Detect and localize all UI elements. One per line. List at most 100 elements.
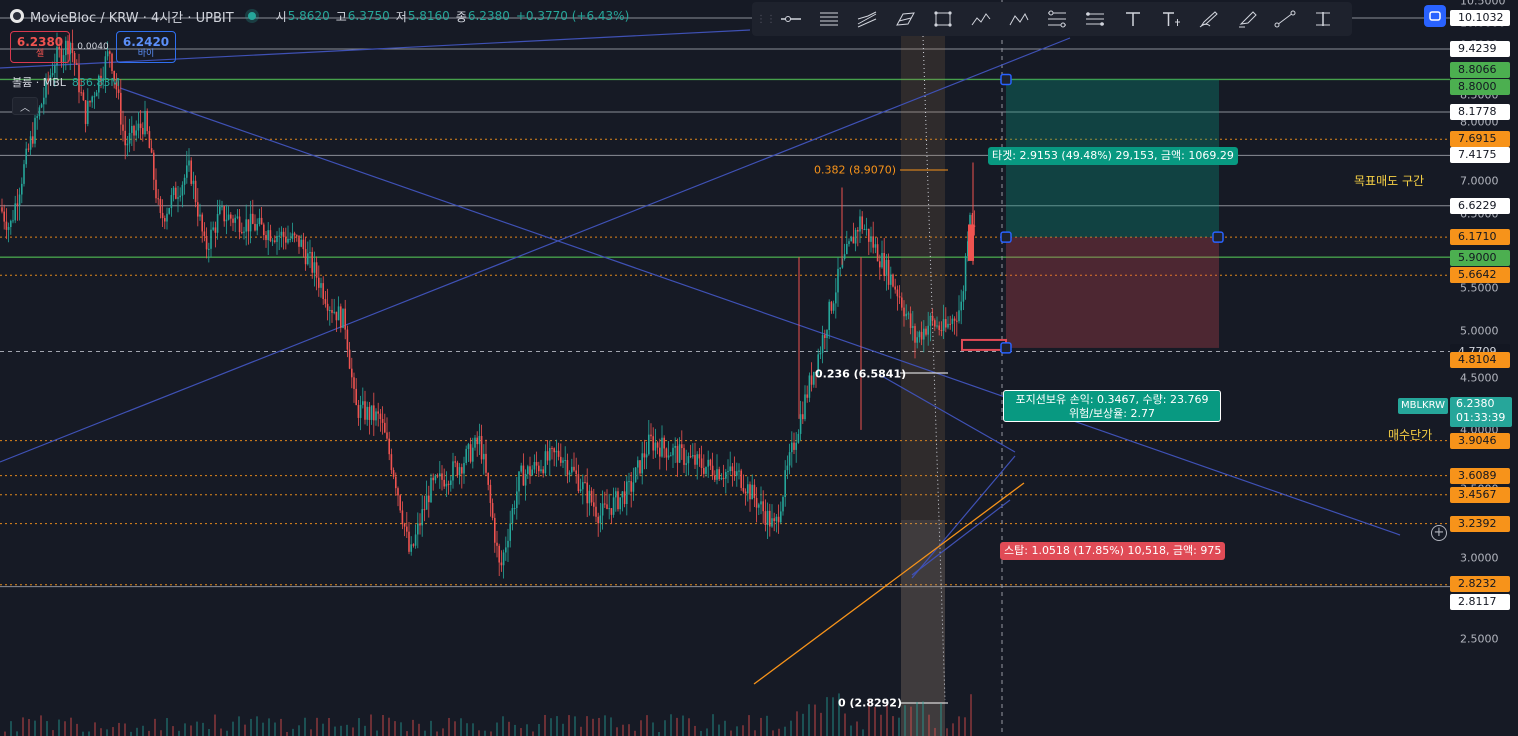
candle-body: [412, 544, 415, 546]
fib-level-label: 0.382 (8.9070): [814, 163, 897, 177]
elliott-wave-tool[interactable]: [962, 4, 1000, 34]
candle-body: [852, 236, 855, 244]
volume-bar: [592, 718, 594, 736]
volume-bar: [742, 725, 744, 736]
target-zone-label: 목표매도 구간: [1354, 174, 1425, 188]
volume-bar: [304, 717, 306, 736]
candle-body: [707, 459, 709, 467]
text-note-tool[interactable]: [1152, 4, 1190, 34]
position-handle-icon: [1212, 231, 1224, 243]
pen-tool[interactable]: [1190, 4, 1228, 34]
candle-body: [700, 458, 703, 469]
candle-body: [238, 216, 241, 233]
pnl-line-1: 포지션보유 손익: 0.3467, 수량: 23.769: [1015, 393, 1209, 406]
brush-tool[interactable]: [886, 4, 924, 34]
add-alert-plus-icon[interactable]: +: [1431, 525, 1447, 541]
position-pnl-tag[interactable]: 포지션보유 손익: 0.3467, 수량: 23.769 위험/보상율: 2.7…: [1003, 390, 1221, 422]
text-tool[interactable]: [1114, 4, 1152, 34]
volume-bar: [550, 718, 552, 736]
candle-body: [824, 335, 826, 338]
rectangle-tool[interactable]: [924, 4, 962, 34]
price-label: 5.9000: [1450, 250, 1510, 267]
volume-bar: [964, 717, 966, 736]
candle-body: [375, 411, 377, 421]
support-trend-line: [753, 482, 1025, 685]
sell-price: 6.2380: [16, 34, 64, 49]
candle-body: [606, 504, 608, 509]
chart-settings-button[interactable]: [1424, 5, 1446, 27]
candle-body: [280, 231, 283, 236]
highlighter-tool[interactable]: [1228, 4, 1266, 34]
candle-body: [912, 326, 914, 328]
candle-body: [775, 516, 778, 522]
drag-handle-icon[interactable]: ⋮⋮: [756, 14, 776, 25]
candle-body: [894, 286, 896, 290]
candle-body: [542, 469, 544, 474]
candle-body: [276, 235, 278, 242]
candle-body: [219, 206, 221, 214]
current-price-label: 6.2380 01:33:39: [1450, 397, 1512, 427]
target-info-tag[interactable]: 타겟: 2.9153 (49.48%) 29,153, 금액: 1069.29: [988, 147, 1238, 165]
volume-bar: [484, 730, 486, 736]
volume-bar: [472, 723, 474, 736]
symbol-title[interactable]: MovieBloc / KRW · 4시간 · UPBIT: [30, 7, 234, 26]
price-chart[interactable]: [0, 0, 1450, 736]
candle-body: [366, 406, 368, 420]
candle-body: [298, 235, 300, 247]
gann-tool[interactable]: [1076, 4, 1114, 34]
abcd-pattern-tool[interactable]: [1000, 4, 1038, 34]
collapse-legend-button[interactable]: ︿: [12, 97, 38, 115]
volume-bar: [256, 716, 258, 736]
volume-bar: [850, 725, 852, 736]
candle-body: [322, 283, 324, 300]
volume-bar: [826, 697, 828, 736]
volume-bar: [238, 716, 240, 736]
volume-bar: [418, 723, 420, 736]
price-label: 6.6229: [1450, 197, 1510, 214]
volume-bar: [556, 716, 558, 736]
candle-body: [234, 217, 236, 223]
horizontal-ray-tool[interactable]: [772, 4, 810, 34]
candle-body: [359, 404, 362, 418]
candle-body: [318, 277, 320, 288]
volume-bar: [808, 704, 810, 736]
candle-body: [593, 502, 595, 507]
candle-body: [685, 463, 687, 465]
candle-body: [643, 453, 646, 458]
candle-body: [128, 132, 131, 144]
candle-body: [733, 471, 736, 476]
volume-bar: [190, 725, 192, 736]
regression-tool[interactable]: [848, 4, 886, 34]
volume-bar: [934, 727, 936, 736]
candle-body: [802, 414, 804, 420]
candle-body: [443, 479, 445, 487]
date-range-tool[interactable]: [1304, 4, 1342, 34]
candle-body: [766, 510, 769, 525]
candle-body: [236, 216, 239, 218]
stop-info-tag[interactable]: 스탑: 1.0518 (17.85%) 10,518, 금액: 975: [1000, 542, 1226, 560]
volume-bar: [280, 718, 282, 736]
volume-bar: [598, 717, 600, 736]
sell-button[interactable]: 6.2380 셀: [10, 31, 70, 63]
candle-body: [819, 352, 822, 355]
candle-body: [740, 470, 742, 488]
candle-body: [487, 472, 489, 485]
candle-body: [216, 213, 219, 233]
candle-body: [511, 508, 514, 524]
trend-line-icon: [1274, 10, 1296, 28]
candle-body: [914, 326, 916, 343]
candle-body: [725, 472, 727, 479]
candle-body: [153, 152, 155, 180]
volume-bar: [298, 725, 300, 736]
volume-legend[interactable]: 볼륨 · MBL 836.83M: [12, 74, 120, 90]
price-label: 8.1778: [1450, 104, 1510, 121]
parallel-lines-tool[interactable]: [810, 4, 848, 34]
fib-retracement-tool[interactable]: [1038, 4, 1076, 34]
volume-bar: [802, 713, 804, 736]
chart-window: MovieBloc / KRW · 4시간 · UPBIT 시 5.8620 고6…: [0, 0, 1518, 736]
position-handle-icon: [1000, 73, 1012, 86]
buy-button[interactable]: 6.2420 바이: [116, 31, 176, 63]
trend-line-tool[interactable]: [1266, 4, 1304, 34]
candle-body: [604, 503, 606, 505]
candle-body: [749, 484, 751, 500]
